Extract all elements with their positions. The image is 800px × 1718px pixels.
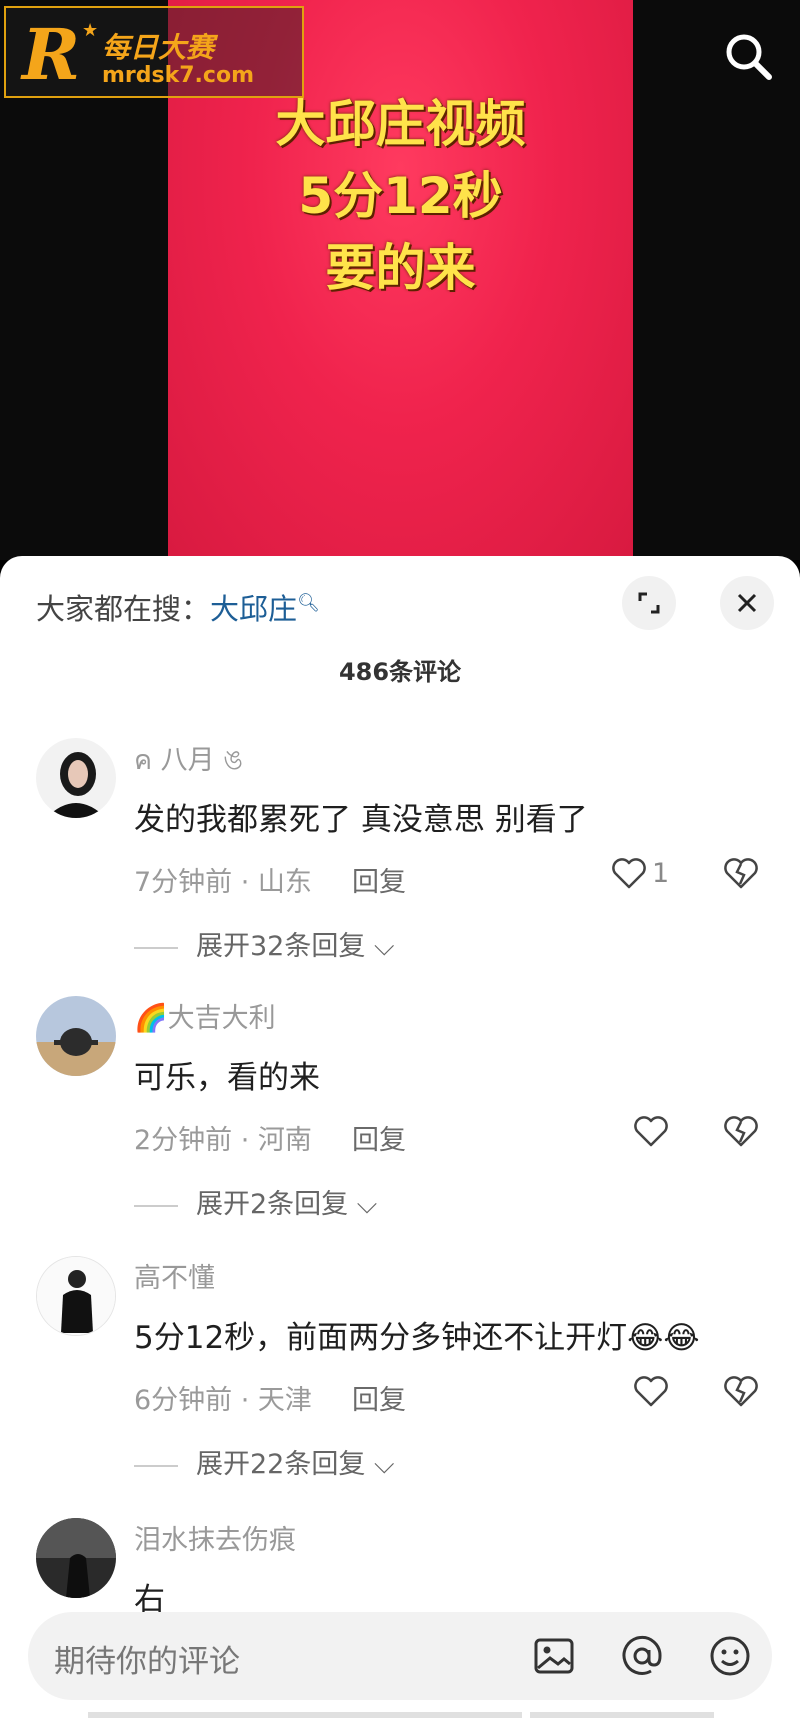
dislike-button[interactable] xyxy=(722,854,762,894)
dislike-heart-icon xyxy=(724,858,758,889)
username[interactable]: 高不懂 xyxy=(134,1256,215,1295)
caption-line-3: 要的来 xyxy=(325,239,476,297)
emoji-button[interactable] xyxy=(706,1632,754,1680)
divider xyxy=(134,1204,178,1207)
chevron-down-icon: ⌵ xyxy=(373,1449,395,1480)
like-count: 1 xyxy=(652,858,670,889)
avatar-image xyxy=(36,738,116,818)
heart-icon xyxy=(634,1116,668,1147)
avatar-image xyxy=(36,996,116,1076)
caption-line-2: 5分12秒 xyxy=(298,167,503,225)
dislike-heart-icon xyxy=(724,1376,758,1407)
avatar[interactable] xyxy=(36,1256,116,1336)
caption-line-1: 大邱庄视频 xyxy=(275,95,526,153)
comment-meta: 2分钟前 · 河南 xyxy=(134,1125,312,1156)
heart-icon xyxy=(612,858,646,889)
chevron-down-icon: ⌵ xyxy=(356,1189,378,1220)
watermark-url: mrdsk7.com xyxy=(102,63,254,88)
username[interactable]: 泪水抹去伤痕 xyxy=(134,1518,296,1557)
divider xyxy=(134,1464,178,1467)
comment-placeholder: 期待你的评论 xyxy=(54,1644,240,1680)
comment-meta: 7分钟前 · 山东 xyxy=(134,867,312,898)
dislike-button[interactable] xyxy=(722,1112,762,1152)
dislike-heart-icon xyxy=(724,1116,758,1147)
comment-text: 5分12秒，前面两分多钟还不让开灯😂😂 xyxy=(134,1320,700,1356)
video-caption: 大邱庄视频 5分12秒 要的来 xyxy=(168,88,633,304)
star-icon: ★ xyxy=(82,20,99,41)
mention-button[interactable] xyxy=(618,1632,666,1680)
image-button[interactable] xyxy=(530,1632,578,1680)
watermark: R ★ 每日大赛 mrdsk7.com xyxy=(4,6,304,98)
like-button[interactable]: 1 xyxy=(610,854,690,894)
comment-item: 高不懂 5分12秒，前面两分多钟还不让开灯😂😂 6分钟前 · 天津 回复 展开2… xyxy=(0,1256,800,1480)
hot-search[interactable]: 大家都在搜：大邱庄🔍︎ xyxy=(36,586,320,628)
expand-icon xyxy=(638,592,660,614)
comment-text: 可乐，看的来 xyxy=(134,1060,320,1096)
comment-meta: 6分钟前 · 天津 xyxy=(134,1385,312,1416)
divider xyxy=(134,946,178,949)
avatar-image xyxy=(37,1257,115,1335)
like-button[interactable] xyxy=(632,1372,712,1412)
watermark-name: 每日大赛 xyxy=(102,31,215,64)
like-button[interactable] xyxy=(632,1112,712,1152)
dislike-button[interactable] xyxy=(722,1372,762,1412)
heart-icon xyxy=(634,1376,668,1407)
comment-panel: 大家都在搜：大邱庄🔍︎ 486条评论 ค 八月 ঙ 发的我都累死了 真没意思 别… xyxy=(0,556,800,1718)
hot-search-label: 大家都在搜： xyxy=(36,592,211,626)
comment-item: ค 八月 ঙ 发的我都累死了 真没意思 别看了 7分钟前 · 山东 回复 1 展… xyxy=(0,738,800,962)
comment-count: 486条评论 xyxy=(338,658,462,686)
expand-replies[interactable]: 展开22条回复 ⌵ xyxy=(134,1442,394,1481)
bottom-indicator xyxy=(272,1712,522,1718)
close-icon xyxy=(737,593,757,613)
comment-item: 🌈大吉大利 可乐，看的来 2分钟前 · 河南 回复 展开2条回复 ⌵ xyxy=(0,996,800,1220)
username[interactable]: 🌈大吉大利 xyxy=(134,996,276,1035)
comment-text: 发的我都累死了 真没意思 别看了 xyxy=(134,802,588,838)
comment-input[interactable]: 期待你的评论 xyxy=(28,1612,772,1700)
reply-button[interactable]: 回复 xyxy=(352,1118,406,1157)
search-small-icon: 🔍︎ xyxy=(297,592,320,614)
at-icon xyxy=(622,1635,662,1675)
close-button[interactable] xyxy=(720,576,774,630)
bottom-indicator xyxy=(530,1712,714,1718)
hot-search-term[interactable]: 大邱庄🔍︎ xyxy=(210,592,320,626)
bottom-indicator xyxy=(88,1712,272,1718)
avatar[interactable] xyxy=(36,1518,116,1598)
reply-button[interactable]: 回复 xyxy=(352,1378,406,1417)
reply-button[interactable]: 回复 xyxy=(352,860,406,899)
fullscreen-button[interactable] xyxy=(622,576,676,630)
image-icon xyxy=(534,1638,574,1674)
avatar-image xyxy=(36,1518,116,1598)
video-player[interactable]: 大邱庄视频 5分12秒 要的来 R ★ 每日大赛 mrdsk7.com xyxy=(0,0,800,560)
chevron-down-icon: ⌵ xyxy=(373,931,395,962)
avatar[interactable] xyxy=(36,738,116,818)
expand-replies[interactable]: 展开2条回复 ⌵ xyxy=(134,1182,377,1221)
search-button[interactable] xyxy=(720,28,776,84)
avatar[interactable] xyxy=(36,996,116,1076)
search-icon xyxy=(726,34,772,80)
username[interactable]: ค 八月 ঙ xyxy=(134,738,243,785)
expand-replies[interactable]: 展开32条回复 ⌵ xyxy=(134,924,394,963)
emoji-icon xyxy=(710,1636,750,1676)
